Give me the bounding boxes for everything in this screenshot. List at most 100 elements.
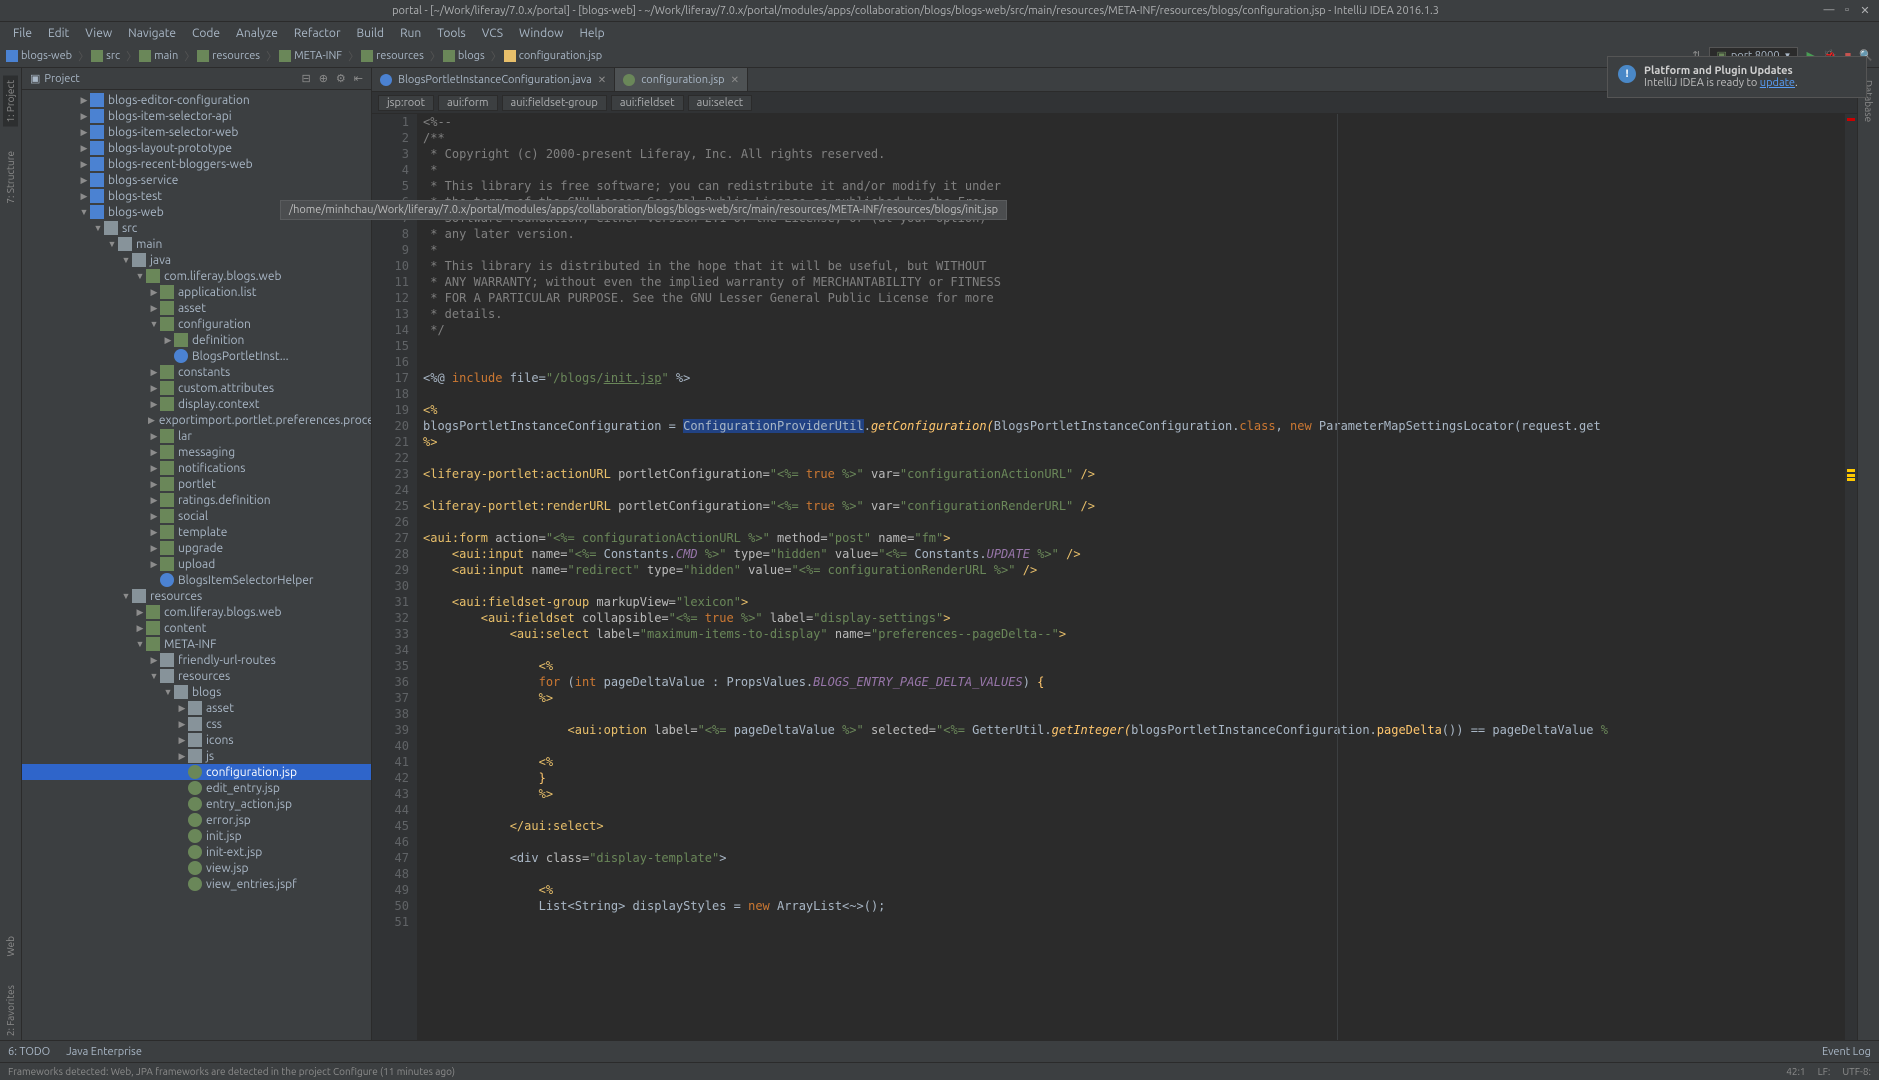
menu-analyze[interactable]: Analyze: [229, 25, 285, 42]
tree-arrow[interactable]: ▶: [148, 383, 160, 394]
tree-node[interactable]: ▶definition: [22, 332, 371, 348]
code-breadcrumb-item[interactable]: aui:fieldset-group: [502, 95, 607, 111]
menu-navigate[interactable]: Navigate: [121, 25, 183, 42]
menu-edit[interactable]: Edit: [41, 25, 76, 42]
code-breadcrumb-item[interactable]: aui:select: [688, 95, 753, 111]
code-breadcrumb-item[interactable]: aui:fieldset: [611, 95, 684, 111]
tool-tab-favorites[interactable]: 2: Favorites: [3, 981, 18, 1040]
tree-node[interactable]: BlogsItemSelectorHelper: [22, 572, 371, 588]
menu-tools[interactable]: Tools: [430, 25, 473, 42]
project-tree[interactable]: ▶blogs-editor-configuration▶blogs-item-s…: [22, 90, 371, 1040]
minimize-button[interactable]: —: [1823, 4, 1835, 17]
tree-arrow[interactable]: ▶: [78, 95, 90, 106]
tab-todo[interactable]: 6: TODO: [8, 1046, 50, 1058]
tool-tab-project[interactable]: 1: Project: [3, 76, 18, 127]
tree-arrow[interactable]: ▶: [176, 719, 188, 730]
tree-node[interactable]: init.jsp: [22, 828, 371, 844]
menu-file[interactable]: File: [6, 25, 39, 42]
tree-node[interactable]: ▶custom.attributes: [22, 380, 371, 396]
tree-node[interactable]: ▶display.context: [22, 396, 371, 412]
tree-node[interactable]: ▶constants: [22, 364, 371, 380]
tree-node[interactable]: ▶upgrade: [22, 540, 371, 556]
tree-node[interactable]: ▼configuration: [22, 316, 371, 332]
tree-arrow[interactable]: ▼: [120, 255, 132, 265]
tree-node[interactable]: ▶icons: [22, 732, 371, 748]
tree-arrow[interactable]: ▶: [78, 127, 90, 138]
tree-node[interactable]: ▶asset: [22, 700, 371, 716]
close-tab-icon[interactable]: ✕: [598, 74, 606, 86]
tree-node[interactable]: ▼resources: [22, 588, 371, 604]
tree-node[interactable]: ▶blogs-item-selector-web: [22, 124, 371, 140]
tree-arrow[interactable]: ▶: [162, 335, 174, 346]
tree-arrow[interactable]: ▼: [148, 671, 160, 681]
tree-node[interactable]: ▶blogs-item-selector-api: [22, 108, 371, 124]
tree-node[interactable]: ▶messaging: [22, 444, 371, 460]
breadcrumb-item[interactable]: resources: [361, 50, 424, 62]
tree-node[interactable]: ▶js: [22, 748, 371, 764]
breadcrumb-item[interactable]: configuration.jsp: [504, 50, 602, 62]
maximize-button[interactable]: ▫: [1841, 4, 1853, 17]
tree-node[interactable]: ▶ratings.definition: [22, 492, 371, 508]
editor[interactable]: 1234567891011121314151617181920212223242…: [372, 114, 1857, 1040]
menu-code[interactable]: Code: [185, 25, 227, 42]
tree-arrow[interactable]: ▶: [148, 303, 160, 314]
target-icon[interactable]: ⊕: [319, 72, 328, 85]
tree-arrow[interactable]: ▶: [134, 607, 146, 618]
tree-node[interactable]: ▶blogs-service: [22, 172, 371, 188]
error-stripe[interactable]: [1845, 114, 1857, 1040]
tree-arrow[interactable]: ▶: [148, 495, 160, 506]
tool-tab-web[interactable]: Web: [3, 932, 18, 960]
tree-arrow[interactable]: ▶: [78, 159, 90, 170]
tree-node[interactable]: init-ext.jsp: [22, 844, 371, 860]
menu-help[interactable]: Help: [572, 25, 611, 42]
tree-arrow[interactable]: ▼: [162, 687, 174, 697]
tree-arrow[interactable]: ▶: [148, 367, 160, 378]
tree-arrow[interactable]: ▶: [148, 287, 160, 298]
tree-arrow[interactable]: ▼: [134, 639, 146, 649]
tree-node[interactable]: ▶upload: [22, 556, 371, 572]
tree-arrow[interactable]: ▶: [78, 191, 90, 202]
tree-arrow[interactable]: ▶: [78, 175, 90, 186]
tree-node[interactable]: ▼com.liferay.blogs.web: [22, 268, 371, 284]
tree-node[interactable]: ▶blogs-recent-bloggers-web: [22, 156, 371, 172]
tree-arrow[interactable]: ▶: [176, 751, 188, 762]
tree-node[interactable]: ▶content: [22, 620, 371, 636]
tree-node[interactable]: ▶portlet: [22, 476, 371, 492]
tree-node[interactable]: ▼main: [22, 236, 371, 252]
tree-arrow[interactable]: ▼: [78, 207, 90, 217]
tree-arrow[interactable]: ▶: [78, 111, 90, 122]
tree-node[interactable]: ▼resources: [22, 668, 371, 684]
breadcrumb-item[interactable]: main: [139, 50, 178, 62]
tree-node[interactable]: entry_action.jsp: [22, 796, 371, 812]
tree-arrow[interactable]: ▶: [148, 479, 160, 490]
editor-tab[interactable]: BlogsPortletInstanceConfiguration.java✕: [372, 68, 615, 91]
tree-node[interactable]: ▶css: [22, 716, 371, 732]
tree-node[interactable]: ▶friendly-url-routes: [22, 652, 371, 668]
tab-java-enterprise[interactable]: Java Enterprise: [66, 1046, 142, 1058]
tree-node[interactable]: BlogsPortletInst...: [22, 348, 371, 364]
tree-arrow[interactable]: ▶: [148, 399, 160, 410]
menu-vcs[interactable]: VCS: [475, 25, 510, 42]
code-breadcrumb-item[interactable]: aui:form: [438, 95, 498, 111]
tree-node[interactable]: view_entries.jspf: [22, 876, 371, 892]
tree-arrow[interactable]: ▶: [148, 559, 160, 570]
tree-node[interactable]: edit_entry.jsp: [22, 780, 371, 796]
tree-arrow[interactable]: ▶: [176, 703, 188, 714]
menu-refactor[interactable]: Refactor: [287, 25, 348, 42]
tree-node[interactable]: ▶social: [22, 508, 371, 524]
tree-arrow[interactable]: ▼: [92, 223, 104, 233]
tree-arrow[interactable]: ▼: [106, 239, 118, 249]
tree-node[interactable]: configuration.jsp: [22, 764, 371, 780]
breadcrumb-item[interactable]: src: [91, 50, 120, 62]
tree-arrow[interactable]: ▶: [134, 623, 146, 634]
tree-node[interactable]: ▼java: [22, 252, 371, 268]
tree-node[interactable]: ▶template: [22, 524, 371, 540]
breadcrumb-item[interactable]: blogs: [443, 50, 485, 62]
gear-icon[interactable]: ⚙: [336, 72, 346, 85]
tree-node[interactable]: ▶exportimport.portlet.preferences.proces…: [22, 412, 371, 428]
close-button[interactable]: ✕: [1859, 4, 1871, 17]
tree-node[interactable]: ▼src: [22, 220, 371, 236]
breadcrumb-item[interactable]: blogs-web: [6, 50, 72, 62]
tree-node[interactable]: ▶lar: [22, 428, 371, 444]
code-breadcrumb-item[interactable]: jsp:root: [378, 95, 434, 111]
